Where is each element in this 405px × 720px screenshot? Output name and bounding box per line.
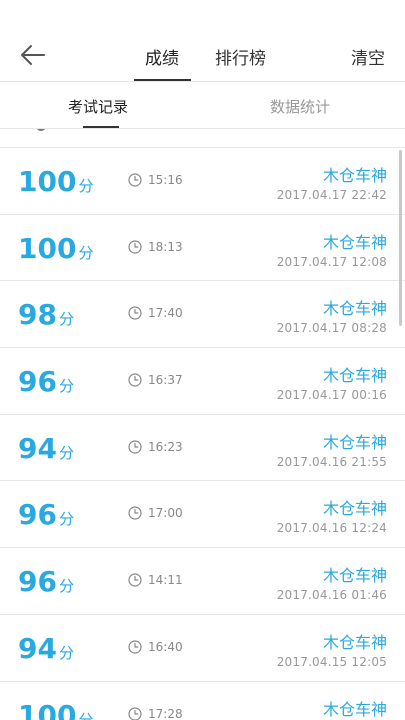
- clock-icon: [128, 506, 142, 521]
- user-name: 木仓车神: [322, 499, 387, 519]
- exam-datetime: 2017.04.17 12:08: [276, 254, 387, 269]
- clock-icon: [128, 173, 142, 187]
- score-number: 94: [18, 431, 57, 465]
- subtab-data-stats[interactable]: 数据统计: [270, 96, 330, 117]
- pull-refresh-area: [0, 129, 405, 147]
- record-row[interactable]: 100 分 17:28 木仓车神: [0, 680, 405, 720]
- score-value: 96 分: [18, 566, 74, 602]
- score-unit: 分: [78, 177, 94, 195]
- user-name: 木仓车神: [322, 232, 387, 252]
- exam-datetime: 2017.04.16 12:24: [276, 521, 387, 536]
- duration-text: 16:23: [148, 439, 183, 454]
- exam-duration: 16:40: [128, 640, 183, 654]
- exam-datetime: 2017.04.16 21:55: [276, 454, 387, 469]
- score-value: 94 分: [18, 631, 74, 669]
- exam-datetime: 2017.04.16 01:46: [276, 588, 387, 603]
- record-row[interactable]: 100 分 18:13 木仓车神 2017.04.17 12:08: [0, 213, 405, 281]
- record-row[interactable]: 94 分 16:40 木仓车神 2017.04.15 12:05: [0, 613, 405, 681]
- clock-icon: [128, 706, 142, 720]
- score-unit: 分: [58, 577, 74, 596]
- scrollbar[interactable]: [399, 150, 402, 326]
- exam-duration: 16:23: [128, 440, 183, 454]
- duration-text: 17:00: [148, 506, 183, 521]
- exam-datetime: 2017.04.17 08:28: [276, 321, 387, 336]
- user-name: 木仓车神: [322, 699, 387, 719]
- user-name: 木仓车神: [322, 299, 387, 319]
- score-value: 96 分: [18, 499, 74, 535]
- score-number: 100: [18, 698, 77, 720]
- clock-icon: [128, 440, 142, 454]
- clock-icon: [128, 240, 142, 254]
- clock-icon: [128, 373, 142, 387]
- clock-icon: [128, 573, 142, 587]
- record-row[interactable]: 94 分 16:23 木仓车神 2017.04.16 21:55: [0, 413, 405, 481]
- score-unit: 分: [58, 377, 74, 396]
- user-name: 木仓车神: [322, 432, 387, 452]
- score-value: 98 分: [18, 299, 74, 335]
- duration-text: 17:40: [148, 306, 183, 321]
- score-number: 96: [18, 498, 57, 532]
- score-number: 98: [18, 298, 57, 332]
- clear-button[interactable]: 清空: [351, 44, 385, 69]
- tab-ranking[interactable]: 排行榜: [215, 44, 266, 69]
- exam-duration: 18:13: [128, 240, 183, 254]
- score-value: 100 分: [18, 231, 94, 269]
- score-unit: 分: [78, 710, 94, 720]
- record-row[interactable]: 100 分 15:16 木仓车神 2017.04.17 22:42: [0, 147, 405, 214]
- user-name: 木仓车神: [322, 632, 387, 652]
- sub-tab-bar: 考试记录 数据统计: [0, 82, 405, 128]
- user-name: 木仓车神: [322, 366, 387, 386]
- exam-duration: 17:40: [128, 306, 183, 320]
- clock-icon: [128, 640, 142, 654]
- score-number: 94: [18, 631, 57, 665]
- exam-datetime: 2017.04.17 00:16: [276, 388, 387, 403]
- score-value: 96 分: [18, 366, 74, 402]
- duration-text: 16:37: [148, 373, 183, 388]
- score-value: 100 分: [18, 698, 94, 720]
- duration-text: 18:13: [148, 239, 183, 254]
- user-name: 木仓车神: [322, 166, 387, 185]
- score-value: 100 分: [18, 166, 93, 202]
- user-name: 木仓车神: [322, 566, 387, 586]
- exam-duration: 17:28: [128, 707, 183, 720]
- score-unit: 分: [58, 510, 74, 529]
- score-unit: 分: [78, 243, 94, 262]
- tab-score[interactable]: 成绩: [145, 44, 179, 69]
- record-row[interactable]: 96 分 17:00 木仓车神 2017.04.16 12:24: [0, 480, 405, 548]
- exam-datetime: 2017.04.15 12:05: [276, 654, 387, 669]
- exam-datetime: 2017.04.17 22:42: [276, 188, 387, 202]
- record-row[interactable]: 98 分 17:40 木仓车神 2017.04.17 08:28: [0, 280, 405, 348]
- record-row[interactable]: 96 分 14:11 木仓车神 2017.04.16 01:46: [0, 547, 405, 614]
- arrow-left-icon: [21, 45, 45, 65]
- refresh-icon: [36, 129, 46, 131]
- duration-text: 16:40: [148, 639, 183, 654]
- score-unit: 分: [58, 643, 74, 662]
- score-number: 96: [18, 565, 57, 599]
- subtab-exam-records[interactable]: 考试记录: [68, 96, 128, 117]
- score-value: 94 分: [18, 431, 74, 469]
- exam-duration: 14:11: [128, 573, 183, 587]
- duration-text: 17:28: [148, 706, 183, 720]
- top-header: 成绩 排行榜 清空: [0, 22, 405, 82]
- duration-text: 15:16: [148, 173, 183, 187]
- exam-record-list[interactable]: 100 分 15:16 木仓车神 2017.04.17 22:42 100 分 18:13 木仓…: [0, 147, 405, 720]
- record-row[interactable]: 96 分 16:37 木仓车神 2017.04.17 00:16: [0, 347, 405, 414]
- score-unit: 分: [58, 310, 74, 329]
- exam-duration: 15:16: [128, 173, 183, 187]
- back-button[interactable]: [18, 40, 48, 70]
- score-unit: 分: [58, 443, 74, 462]
- score-number: 100: [18, 231, 77, 265]
- clock-icon: [128, 306, 142, 320]
- exam-duration: 16:37: [128, 373, 183, 387]
- status-bar: [0, 0, 405, 22]
- exam-duration: 17:00: [128, 506, 183, 520]
- duration-text: 14:11: [148, 573, 183, 588]
- score-number: 96: [18, 365, 57, 399]
- score-number: 100: [18, 165, 77, 198]
